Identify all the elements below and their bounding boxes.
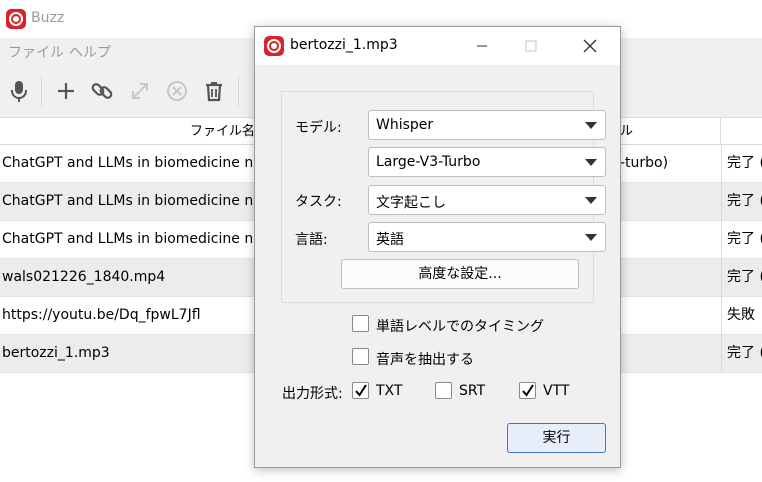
model-size-value: Large-V3-Turbo [376,154,481,170]
vtt-checkbox[interactable] [519,382,536,399]
dialog-titlebar: bertozzi_1.mp3 [255,27,620,65]
extract-audio-label: 音声を抽出する [376,352,474,368]
row-model: -turbo) [620,155,669,171]
expand-icon [126,77,154,105]
chevron-down-icon [585,197,597,204]
extract-audio-checkbox[interactable] [352,348,369,365]
word-timing-checkbox[interactable] [352,315,369,332]
row-file-name: ChatGPT and LLMs in biomedicine nlm [2,155,256,171]
model-label: モデル: [295,120,342,136]
header-file-name[interactable]: ファイル名 [0,118,262,145]
close-icon[interactable] [567,32,613,60]
link-icon[interactable] [88,77,116,105]
model-size-select[interactable]: Large-V3-Turbo [368,147,606,177]
toolbar-separator [238,76,239,106]
model-select-value: Whisper [376,117,434,133]
row-status: 失敗 [721,297,762,335]
advanced-settings-button[interactable]: 高度な設定... [341,259,579,289]
row-model [620,335,720,373]
row-status: 完了 ( [721,259,762,297]
chevron-down-icon [585,234,597,241]
task-select-value: 文字起こし [376,195,446,211]
microphone-icon[interactable] [5,77,33,105]
output-format-label: 出力形式: [282,386,343,402]
word-timing-label: 単語レベルでのタイミング [376,319,544,335]
row-file-name: bertozzi_1.mp3 [2,345,110,361]
task-label: タスク: [295,194,342,210]
language-label: 言語: [295,232,328,248]
language-select[interactable]: 英語 [368,222,606,252]
row-file-name: ChatGPT and LLMs in biomedicine nlm [2,231,256,247]
model-select[interactable]: Whisper [368,110,606,140]
minimize-icon[interactable] [459,32,505,60]
run-button[interactable]: 実行 [507,423,606,453]
checkmark-icon [522,384,534,397]
row-file-name: ChatGPT and LLMs in biomedicine nlm [2,193,256,209]
srt-label: SRT [459,383,486,399]
checkmark-icon [355,384,367,397]
maximize-icon [508,32,554,60]
task-select[interactable]: 文字起こし [368,185,606,215]
vtt-label: VTT [543,383,570,399]
header-model[interactable]: ル [612,118,721,145]
language-select-value: 英語 [376,232,404,248]
row-file-name: wals021226_1840.mp4 [2,269,166,285]
app-title: Buzz [31,10,65,26]
trash-icon[interactable] [200,77,228,105]
dialog-title: bertozzi_1.mp3 [290,37,398,53]
txt-checkbox[interactable] [352,382,369,399]
txt-label: TXT [376,383,403,399]
row-status: 完了 ( [721,221,762,259]
row-model [620,297,720,335]
chevron-down-icon [585,159,597,166]
row-status: 完了 ( [721,183,762,221]
row-model [620,183,720,221]
toolbar-separator [41,76,42,106]
transcription-dialog: bertozzi_1.mp3 モデル: Whisper Large-V3-Tur… [254,26,621,468]
cancel-circle-icon [163,77,191,105]
settings-group: モデル: Whisper Large-V3-Turbo タスク: 文字起こし 言… [281,91,606,303]
row-status: 完了 ( [721,335,762,373]
buzz-app-icon [264,36,284,56]
buzz-app-icon [6,9,26,29]
srt-checkbox[interactable] [435,382,452,399]
menu-help[interactable]: ヘルプ [69,42,111,62]
menu-file[interactable]: ファイル [8,42,64,62]
row-model [620,221,720,259]
plus-icon[interactable] [52,77,80,105]
row-file-name: https://youtu.be/Dq_fpwL7Jfl [2,307,201,323]
chevron-down-icon [585,122,597,129]
row-status: 完了 ( [721,145,762,183]
row-model [620,259,720,297]
